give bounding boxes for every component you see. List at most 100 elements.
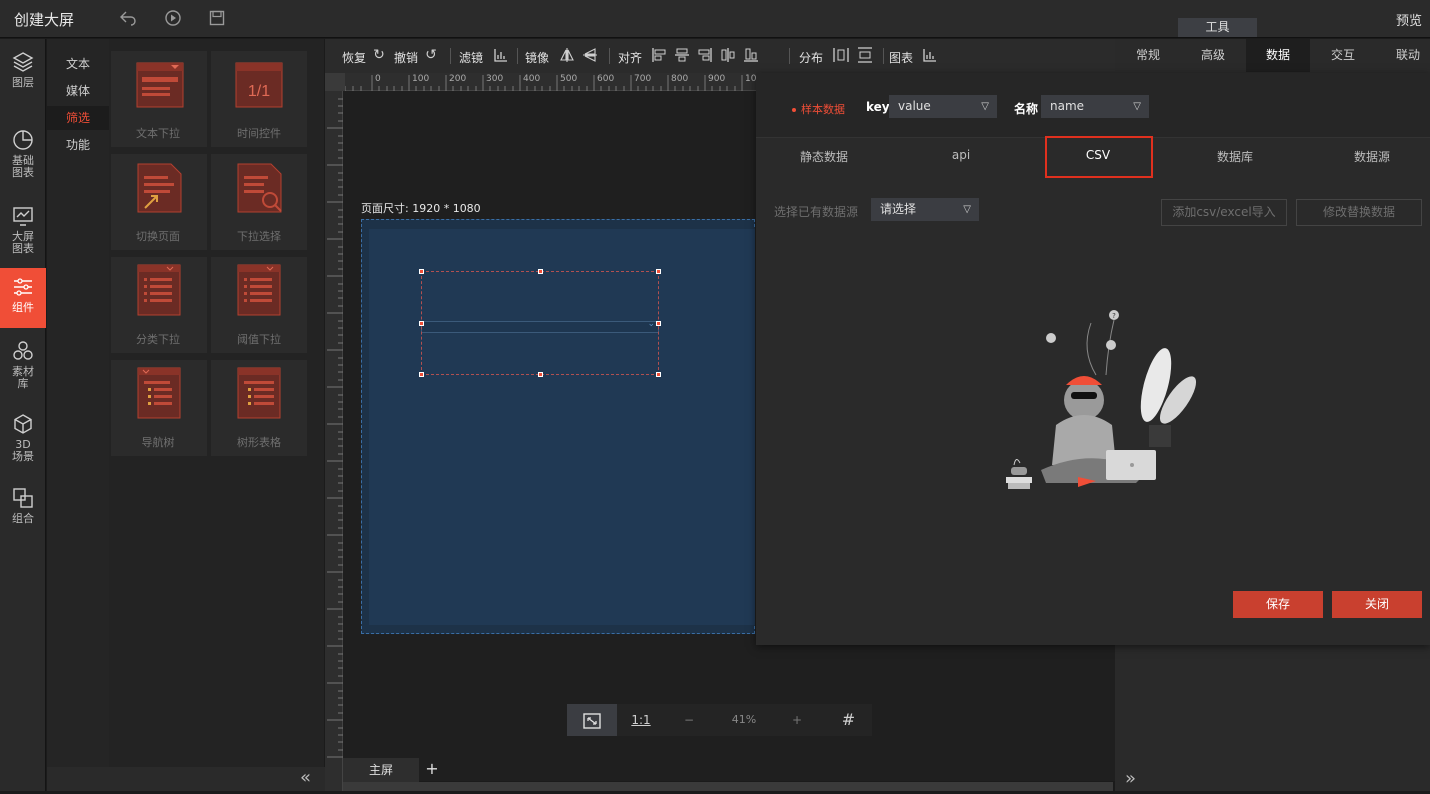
add-screen-button[interactable]: +: [421, 758, 443, 780]
triangle-down-icon: ▽: [963, 204, 971, 215]
resize-handle-tl[interactable]: [419, 269, 424, 274]
submenu-item-media[interactable]: 媒体: [47, 79, 109, 103]
sample-data-text: 样本数据: [801, 103, 845, 116]
undo-icon[interactable]: ↺: [423, 47, 439, 63]
filter-label[interactable]: 滤镜: [459, 49, 483, 66]
zoom-in-button[interactable]: +: [777, 704, 817, 736]
tab-linkage[interactable]: 联动: [1376, 39, 1430, 72]
resize-handle-tr[interactable]: [656, 269, 661, 274]
fit-screen-button[interactable]: [567, 704, 617, 736]
tools-tab[interactable]: 工具: [1178, 18, 1257, 37]
key-select-value: value: [898, 99, 931, 113]
right-panel-footer: [1115, 767, 1430, 791]
resize-handle-br[interactable]: [656, 372, 661, 377]
selection-box[interactable]: [421, 271, 659, 375]
collapse-left-icon[interactable]: «: [300, 768, 320, 788]
filter-chart-icon[interactable]: [493, 47, 509, 63]
screen-tab-main[interactable]: 主屏: [343, 758, 419, 782]
align-middle-icon[interactable]: [720, 47, 736, 63]
redo-label[interactable]: 恢复: [342, 49, 366, 66]
save-icon[interactable]: [207, 9, 227, 29]
distribute-vertical-icon[interactable]: [857, 47, 873, 63]
ruler-vertical: [325, 91, 343, 791]
left-panel-footer: [47, 767, 325, 791]
add-csv-excel-button[interactable]: 添加csv/excel导入: [1161, 199, 1287, 226]
submenu-item-filter[interactable]: 筛选: [47, 106, 109, 130]
sliders-icon: [14, 278, 32, 296]
source-tab-database[interactable]: 数据库: [1180, 148, 1290, 165]
horizontal-scrollbar[interactable]: [343, 782, 1113, 791]
flip-vertical-icon[interactable]: [582, 47, 598, 63]
collapse-right-icon[interactable]: »: [1125, 768, 1136, 789]
resize-handle-r[interactable]: [656, 321, 661, 326]
submenu-item-text[interactable]: 文本: [47, 52, 109, 76]
component-label: 下拉选择: [237, 230, 281, 243]
resize-handle-b[interactable]: [538, 372, 543, 377]
source-tab-datasource[interactable]: 数据源: [1317, 148, 1427, 165]
ruler-corner: [325, 73, 345, 91]
flip-horizontal-icon[interactable]: [559, 47, 575, 63]
align-right-icon[interactable]: [697, 47, 713, 63]
rail-item-3d-scene[interactable]: 3D 场景: [0, 413, 46, 471]
align-center-icon[interactable]: [674, 47, 690, 63]
toolbar-divider: [883, 48, 884, 64]
key-select[interactable]: value ▽: [889, 95, 997, 118]
chart-label[interactable]: 图表: [889, 49, 913, 66]
rail-item-assets[interactable]: 素材 库: [0, 340, 46, 398]
tab-interaction[interactable]: 交互: [1311, 39, 1375, 72]
resize-handle-l[interactable]: [419, 321, 424, 326]
redo-icon[interactable]: ↻: [371, 47, 387, 63]
undo-label[interactable]: 撤销: [394, 49, 418, 66]
save-button[interactable]: 保存: [1233, 591, 1323, 618]
switch-page-icon: [137, 163, 182, 213]
align-label[interactable]: 对齐: [618, 49, 642, 66]
name-select-value: name: [1050, 99, 1085, 113]
tab-data[interactable]: 数据: [1246, 39, 1310, 72]
chart-icon[interactable]: [922, 47, 938, 63]
rail-item-components[interactable]: 组件: [0, 268, 46, 328]
rail-item-screen-charts[interactable]: 大屏 图表: [0, 205, 46, 263]
align-bottom-icon[interactable]: [743, 47, 759, 63]
screen-tabs-bar: [343, 757, 1115, 781]
ruler-tick-label: 800: [671, 74, 689, 84]
component-label: 文本下拉: [136, 127, 180, 140]
close-button[interactable]: 关闭: [1332, 591, 1422, 618]
source-tab-static[interactable]: 静态数据: [769, 148, 879, 165]
back-icon[interactable]: [118, 9, 138, 29]
hexagons-icon: [13, 341, 33, 360]
distribute-label[interactable]: 分布: [799, 49, 823, 66]
monitor-chart-icon: [13, 207, 33, 226]
svg-text:?: ?: [1112, 312, 1116, 320]
name-select[interactable]: name ▽: [1041, 95, 1149, 118]
component-category-menu: 文本 媒体 筛选 功能: [47, 39, 109, 767]
rail-item-layers[interactable]: 图层: [0, 51, 46, 99]
source-tab-api[interactable]: api: [906, 148, 1016, 162]
resize-handle-t[interactable]: [538, 269, 543, 274]
tab-advanced[interactable]: 高级: [1181, 39, 1245, 72]
align-left-icon[interactable]: [651, 47, 667, 63]
component-label: 阈值下拉: [237, 333, 281, 346]
triangle-down-icon: ▽: [1133, 101, 1141, 112]
rail-label: 库: [17, 377, 29, 390]
resize-handle-bl[interactable]: [419, 372, 424, 377]
empty-state-illustration: ?: [1006, 310, 1197, 489]
rail-label: 组件: [12, 301, 34, 314]
zoom-out-button[interactable]: −: [669, 704, 709, 736]
calendar-icon: 1/1: [235, 62, 283, 108]
actual-size-button[interactable]: 1:1: [617, 704, 665, 736]
existing-source-select-value: 请选择: [880, 202, 917, 216]
ruler-tick-label: 400: [523, 74, 541, 84]
modify-replace-data-button[interactable]: 修改替换数据: [1296, 199, 1422, 226]
existing-source-select[interactable]: 请选择 ▽: [871, 198, 979, 221]
distribute-horizontal-icon[interactable]: [833, 47, 849, 63]
key-label: key: [866, 100, 890, 114]
rail-item-group[interactable]: 组合: [0, 487, 46, 533]
rail-label: 场景: [12, 450, 34, 463]
tab-general[interactable]: 常规: [1116, 39, 1180, 72]
submenu-item-function[interactable]: 功能: [47, 133, 109, 157]
grid-toggle-button[interactable]: #: [825, 704, 872, 736]
mirror-label[interactable]: 镜像: [525, 49, 549, 66]
preview-button[interactable]: 预览: [1396, 10, 1422, 29]
play-icon[interactable]: [163, 9, 183, 29]
rail-item-basic-charts[interactable]: 基础 图表: [0, 129, 46, 189]
